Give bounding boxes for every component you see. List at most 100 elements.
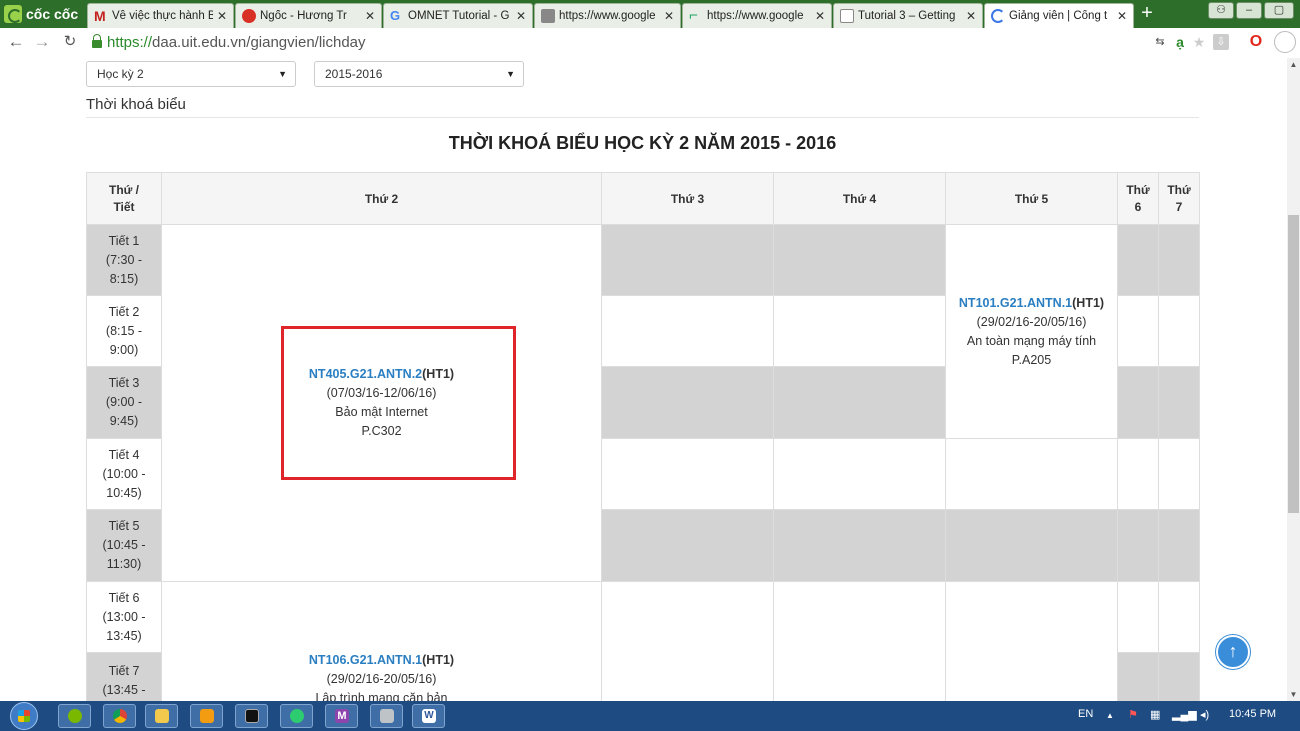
url-path: daa.uit.edu.vn/giangvien/lichday [152,33,366,51]
empty-cell [1118,439,1159,510]
period-name: Tiết 3 [108,376,140,390]
profile-circle-icon[interactable] [1274,31,1296,53]
close-icon[interactable]: ✕ [664,9,674,23]
close-icon[interactable]: ✕ [516,9,526,23]
empty-cell [946,439,1118,510]
scroll-down-arrow-icon[interactable]: ▼ [1287,688,1300,701]
tray-expand-icon[interactable]: ▲ [1106,711,1114,720]
close-icon[interactable]: ✕ [815,9,825,23]
year-select[interactable]: 2015-2016 ▼ [314,61,524,87]
taskbar-chrome[interactable] [103,704,136,728]
sheets-icon: ⌐ [689,7,698,24]
empty-cell [1118,510,1159,582]
tab-4[interactable]: https://www.google ✕ [534,3,681,28]
close-icon[interactable]: ✕ [365,9,375,23]
period-time-end: 9:45) [109,414,139,428]
scroll-up-arrow-icon[interactable]: ▲ [1287,58,1300,71]
tab-title: OMNET Tutorial - G [408,10,510,22]
tab-5[interactable]: ⌐ https://www.google ✕ [682,3,832,28]
semester-value: Học kỳ 2 [97,67,144,81]
taskbar-media[interactable] [190,704,223,728]
taskbar-app[interactable] [280,704,313,728]
scroll-to-top-icon[interactable]: ↑ [1216,635,1250,669]
network-icon[interactable]: ▦ [1150,708,1160,721]
new-tab-button[interactable]: + [1136,3,1158,24]
reload-icon[interactable]: ↻ [60,32,80,52]
page-content: Học kỳ 2 ▼ 2015-2016 ▼ Thời khoá biểu TH… [0,58,1287,701]
header-label: Thứ / Tiết [108,182,140,214]
period-7: Tiết 7 (13:45 - [87,653,162,701]
close-icon[interactable]: ✕ [966,9,976,23]
vertical-scrollbar[interactable]: ▲ ▼ [1287,58,1300,701]
translate-icon[interactable]: ⇆ [1152,34,1168,50]
volume-icon[interactable]: ◂) [1200,708,1209,721]
vietnamese-input-icon[interactable]: ạ [1172,34,1188,50]
close-icon[interactable]: ✕ [1117,9,1127,23]
course-name: An toàn mạng máy tính [966,333,1097,348]
start-button[interactable] [6,701,42,731]
back-arrow-icon[interactable]: ← [6,32,26,52]
empty-cell [774,439,946,510]
flag-icon[interactable]: ⚑ [1128,708,1138,721]
semester-select[interactable]: Học kỳ 2 ▼ [86,61,296,87]
empty-cell [1118,582,1159,653]
bookmark-star-icon[interactable]: ★ [1191,34,1207,50]
scroll-thumb[interactable] [1288,215,1299,513]
course-dates: (29/02/16-20/05/16) [326,672,437,686]
taskbar-explorer[interactable] [145,704,178,728]
tab-3[interactable]: G OMNET Tutorial - G ✕ [383,3,533,28]
course-cell-thursday[interactable]: NT101.G21.ANTN.1(HT1) (29/02/16-20/05/16… [946,225,1118,439]
empty-cell [774,582,946,701]
m-app-icon: M [335,709,349,723]
url-field[interactable]: https://daa.uit.edu.vn/giangvien/lichday [92,31,1232,53]
course-code-link[interactable]: NT101.G21.ANTN.1 [959,296,1072,310]
download-icon[interactable]: ⇩ [1213,34,1229,50]
language-indicator[interactable]: EN [1078,708,1093,720]
network-app-icon [290,709,304,723]
period-time-end: 13:45) [106,628,142,643]
header-tuesday: Thứ 3 [602,172,774,225]
course-room: P.A205 [1011,352,1052,367]
empty-cell [602,225,774,296]
windows-taskbar: M W EN ▲ ⚑ ▦ ▂▄▆ ◂) 10:45 PM [0,701,1300,731]
period-5: Tiết 5 (10:45 - 11:30) [87,510,162,582]
browser-brand[interactable]: cốc cốc [0,0,84,28]
close-icon[interactable]: ✕ [217,9,227,23]
tab-2[interactable]: Ngốc - Hương Tr ✕ [235,3,382,28]
period-1: Tiết 1 (7:30 - 8:15) [87,225,162,296]
divider [86,117,1199,118]
period-time-end: 11:30) [106,557,142,571]
minimize-button[interactable]: – [1236,2,1262,19]
taskbar-word[interactable]: W [412,704,445,728]
tab-7-active[interactable]: Giảng viên | Cổng t ✕ [984,3,1134,28]
signal-icon[interactable]: ▂▄▆ [1172,708,1197,721]
tab-1[interactable]: M Về việc thực hành B ✕ [87,3,234,28]
period-time-end: 10:45) [106,485,142,500]
gmail-icon: M [94,8,106,24]
empty-cell [1118,225,1159,296]
browser-tab-bar: cốc cốc M Về việc thực hành B ✕ Ngốc - H… [0,0,1300,28]
forward-arrow-icon[interactable]: → [32,32,52,52]
period-name: Tiết 6 [108,590,140,605]
course-code-link[interactable]: NT106.G21.ANTN.1 [309,653,422,667]
header-period: Thứ / Tiết [87,172,162,225]
header-wednesday: Thứ 4 [774,172,946,225]
year-value: 2015-2016 [325,67,383,81]
tab-title: Tutorial 3 – Getting [858,10,956,22]
course-dates: (29/02/16-20/05/16) [976,314,1087,329]
header-thursday: Thứ 5 [946,172,1118,225]
course-cell-monday-pm[interactable]: NT106.G21.ANTN.1(HT1) (29/02/16-20/05/16… [162,582,602,701]
opera-icon[interactable]: O [1248,34,1264,50]
tool-icon [380,709,394,723]
tab-6[interactable]: Tutorial 3 – Getting ✕ [833,3,983,28]
taskbar-cmd[interactable] [235,704,268,728]
highlight-annotation-box [281,326,516,480]
section-label: Thời khoá biểu [86,96,186,113]
taskbar-tool[interactable] [370,704,403,728]
maximize-button[interactable]: ▢ [1264,2,1294,19]
taskbar-onenote[interactable]: M [325,704,358,728]
taskbar-coccoc[interactable] [58,704,91,728]
period-name: Tiết 7 [108,664,140,678]
user-icon[interactable]: ⚇ [1208,2,1234,19]
clock[interactable]: 10:45 PM [1229,708,1276,720]
